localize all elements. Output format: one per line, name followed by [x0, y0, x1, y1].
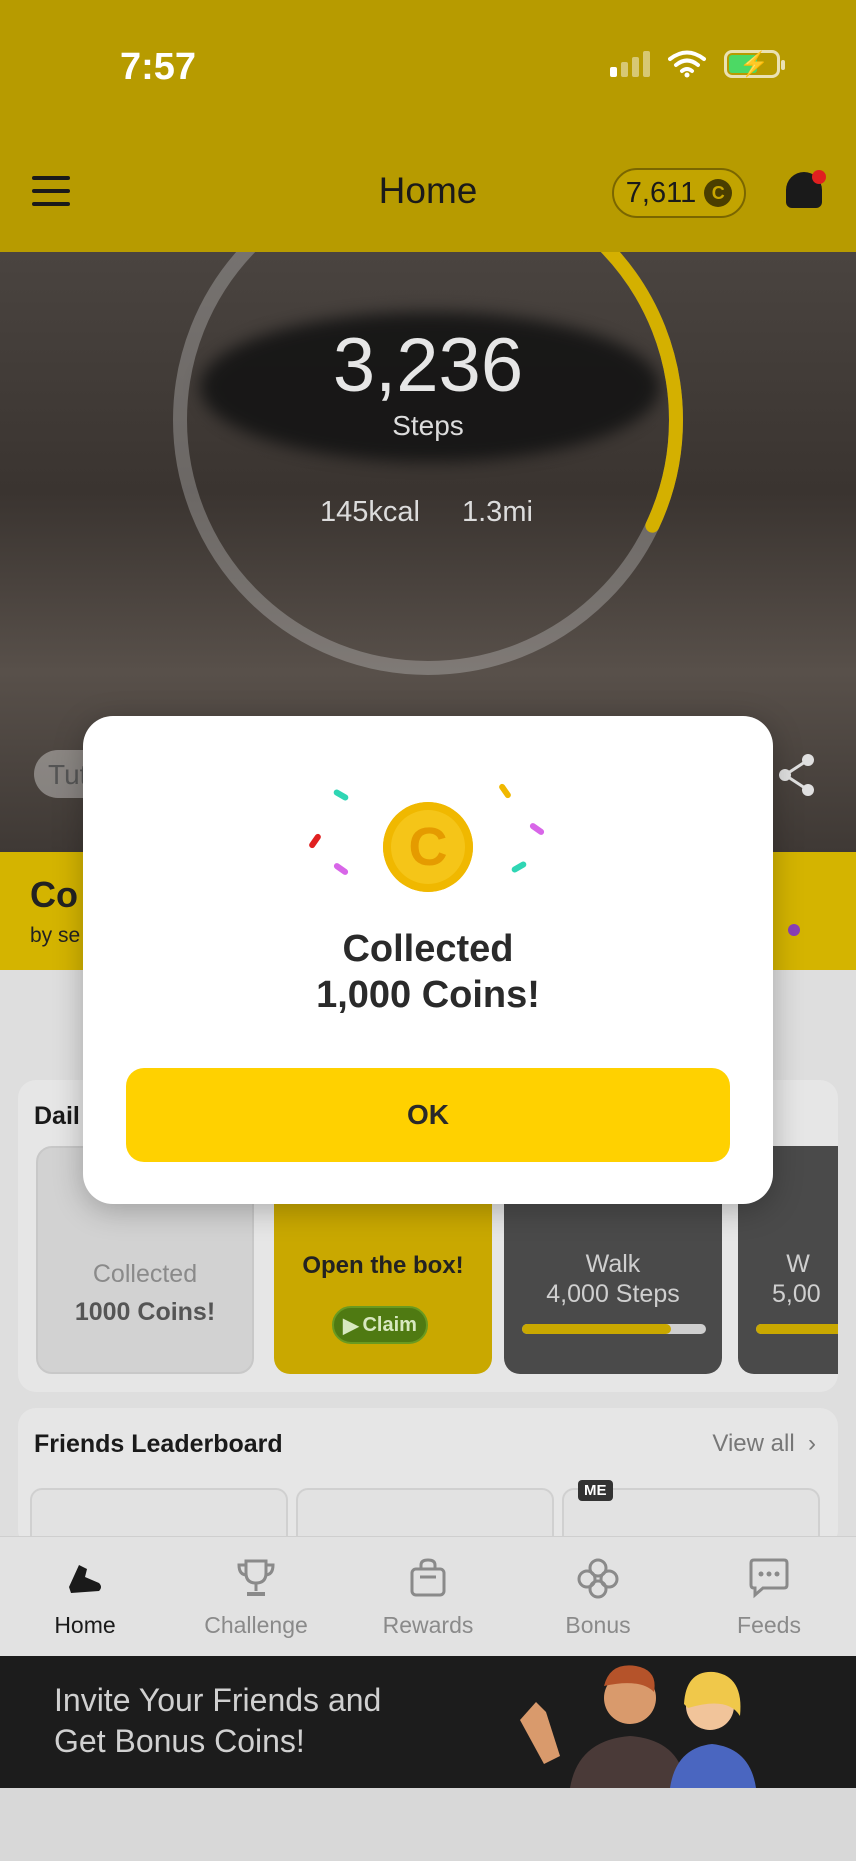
- confetti: [528, 821, 546, 837]
- banner-text: Invite Your Friends and Get Bonus Coins!: [54, 1680, 381, 1762]
- tab-label: Feeds: [737, 1612, 801, 1638]
- play-icon: ▶: [343, 1314, 359, 1337]
- confetti: [332, 861, 350, 877]
- battery-icon: ⚡: [724, 50, 785, 78]
- confetti: [307, 832, 323, 850]
- walk-progress-bar: [522, 1324, 706, 1334]
- coins-collected-dialog: C Collected 1,000 Coins! OK: [83, 716, 773, 1204]
- bottom-tab-bar: Home Challenge Rewards Bonus Feeds: [0, 1536, 856, 1656]
- tile-line1: Open the box!: [302, 1252, 464, 1279]
- decor-dot: [788, 924, 800, 936]
- top-header: 7:57 ⚡ Home 7,611 C: [0, 0, 856, 252]
- leaderboard-title: Friends Leaderboard: [34, 1430, 283, 1458]
- tab-home[interactable]: Home: [10, 1557, 160, 1639]
- tab-challenge[interactable]: Challenge: [181, 1557, 331, 1639]
- notification-dot: [812, 170, 826, 184]
- tile-line2: 5,00: [772, 1280, 821, 1308]
- tab-label: Rewards: [382, 1612, 474, 1638]
- coin-balance: 7,611: [625, 176, 697, 209]
- claim-button[interactable]: ▶ Claim: [332, 1306, 428, 1344]
- coin-balance-pill[interactable]: 7,611 C: [612, 168, 746, 218]
- me-badge: ME: [578, 1480, 613, 1501]
- tile-line2: 4,000 Steps: [546, 1280, 680, 1308]
- shoe-icon: [69, 1565, 101, 1593]
- dialog-title-line2: 1,000 Coins!: [316, 974, 540, 1016]
- distance-value: 1.3mi: [462, 496, 533, 528]
- invite-friends-banner[interactable]: Invite Your Friends and Get Bonus Coins!: [0, 1656, 856, 1788]
- tile-line1: Collected: [92, 1260, 198, 1288]
- wifi-icon: [668, 50, 706, 78]
- tab-label: Challenge: [204, 1612, 308, 1638]
- confetti: [510, 860, 528, 874]
- calories-value: 145kcal: [320, 496, 420, 528]
- share-icon[interactable]: [776, 752, 818, 798]
- friends-illustration: [520, 1665, 756, 1788]
- tab-label: Bonus: [565, 1612, 631, 1638]
- daily-title: Dail: [34, 1102, 80, 1130]
- shopping-bag-icon: [410, 1558, 446, 1597]
- tile-line1: Walk: [585, 1250, 641, 1278]
- dialog-title: Collected 1,000 Coins!: [83, 926, 773, 1018]
- coin-symbol: C: [408, 817, 448, 877]
- tab-rewards[interactable]: Rewards: [353, 1557, 503, 1639]
- tab-feeds[interactable]: Feeds: [694, 1557, 844, 1639]
- status-icons: ⚡: [610, 50, 785, 78]
- home-indicator-area: [0, 1788, 856, 1861]
- banner-line2: Get Bonus Coins!: [54, 1723, 305, 1759]
- ok-button[interactable]: OK: [126, 1068, 730, 1162]
- steps-label: Steps: [392, 410, 464, 441]
- confetti: [332, 788, 350, 802]
- dialog-title-line1: Collected: [342, 928, 514, 970]
- confetti: [497, 782, 513, 800]
- clover-icon: [577, 1558, 619, 1599]
- cellular-signal-icon: [610, 51, 650, 77]
- friends-leaderboard-card: Friends Leaderboard View all › ME: [18, 1408, 838, 1548]
- banner-line1: Invite Your Friends and: [54, 1682, 382, 1718]
- coin-icon: C: [383, 802, 473, 892]
- tab-label: Home: [54, 1612, 116, 1638]
- promo-subtitle: by se: [30, 924, 81, 947]
- tile-line2: 1000 Coins!: [74, 1298, 216, 1326]
- step-count: 3,236: [332, 323, 524, 408]
- chat-bubble-icon: [749, 1558, 789, 1599]
- notification-bell-icon[interactable]: [782, 170, 826, 214]
- walk-progress-bar-2: [756, 1324, 838, 1334]
- trophy-icon: [237, 1559, 275, 1596]
- chevron-right-icon: ›: [801, 1430, 816, 1457]
- status-time: 7:57: [120, 46, 197, 88]
- tab-bonus[interactable]: Bonus: [523, 1557, 673, 1639]
- view-all-label: View all: [712, 1430, 795, 1457]
- claim-label: Claim: [362, 1313, 417, 1336]
- tile-line1: W: [786, 1250, 810, 1278]
- view-all-link[interactable]: View all ›: [712, 1430, 816, 1458]
- coin-icon: C: [704, 179, 733, 207]
